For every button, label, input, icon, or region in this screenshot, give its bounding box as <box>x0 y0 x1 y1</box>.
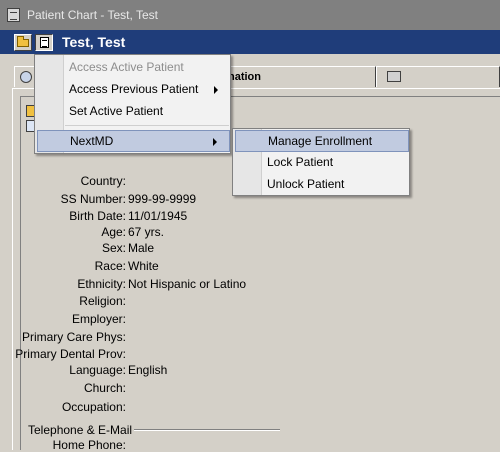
menu-item-label: Set Active Patient <box>69 104 164 118</box>
employer-label: Employer: <box>71 312 126 326</box>
document-list-icon <box>40 37 49 48</box>
menu-item-set-active-patient[interactable]: Set Active Patient <box>37 101 230 123</box>
language-value: English <box>128 363 168 377</box>
menu-separator <box>65 125 229 126</box>
patient-menu-button[interactable] <box>35 34 53 51</box>
open-folder-button[interactable] <box>14 34 32 51</box>
occupation-label: Occupation: <box>61 400 126 414</box>
race-label: Race: <box>94 259 126 273</box>
folder-open-icon <box>17 36 29 47</box>
window-title-bar[interactable]: Patient Chart - Test, Test <box>0 0 500 30</box>
nextmd-submenu: Manage Enrollment Lock Patient Unlock Pa… <box>232 128 410 196</box>
ethnicity-value: Not Hispanic or Latino <box>128 277 247 291</box>
section-divider <box>134 429 280 431</box>
sex-label: Sex: <box>101 241 126 255</box>
age-label: Age: <box>101 225 126 239</box>
menu-item-label: Access Previous Patient <box>69 82 199 96</box>
menu-item-access-active-patient[interactable]: Access Active Patient <box>37 57 230 79</box>
country-label: Country: <box>80 174 126 188</box>
age-value: 67 yrs. <box>128 225 165 239</box>
birth-date-value: 11/01/1945 <box>128 209 188 223</box>
ssn-label: SS Number: <box>60 192 126 206</box>
menu-item-label: Unlock Patient <box>267 177 345 191</box>
tab-summary[interactable] <box>14 66 36 87</box>
race-value: White <box>128 259 159 273</box>
contact-section-title: Telephone & E-Mail <box>28 423 133 437</box>
primary-dental-label: Primary Dental Prov: <box>15 347 126 361</box>
menu-item-label: Lock Patient <box>267 155 334 169</box>
menu-item-unlock-patient[interactable]: Unlock Patient <box>235 174 409 196</box>
ssn-value: 999-99-9999 <box>128 192 197 206</box>
tab-information-label: nation <box>228 71 261 83</box>
app-icon <box>7 8 20 22</box>
window-title: Patient Chart - Test, Test <box>27 8 158 22</box>
menu-item-manage-enrollment[interactable]: Manage Enrollment <box>235 130 409 152</box>
submenu-arrow-icon <box>213 138 217 146</box>
computer-icon <box>387 71 401 82</box>
globe-icon <box>20 71 32 83</box>
ethnicity-label: Ethnicity: <box>77 277 126 291</box>
patient-header: Test, Test <box>0 30 500 54</box>
birth-date-label: Birth Date: <box>69 209 126 223</box>
menu-item-lock-patient[interactable]: Lock Patient <box>235 152 409 174</box>
primary-care-label: Primary Care Phys: <box>21 330 126 344</box>
language-label: Language: <box>69 363 126 377</box>
patient-context-menu: Access Active Patient Access Previous Pa… <box>34 54 231 154</box>
menu-item-access-previous-patient[interactable]: Access Previous Patient <box>37 79 230 101</box>
religion-label: Religion: <box>79 294 126 308</box>
menu-item-label: Manage Enrollment <box>268 134 373 148</box>
menu-item-nextmd[interactable]: NextMD <box>37 130 230 152</box>
church-label: Church: <box>83 381 126 395</box>
menu-item-label: NextMD <box>70 134 114 148</box>
patient-name: Test, Test <box>62 34 126 50</box>
sex-value: Male <box>128 241 155 255</box>
menu-item-label: Access Active Patient <box>69 60 184 74</box>
tab-other[interactable] <box>376 66 500 87</box>
submenu-arrow-icon <box>214 86 218 94</box>
